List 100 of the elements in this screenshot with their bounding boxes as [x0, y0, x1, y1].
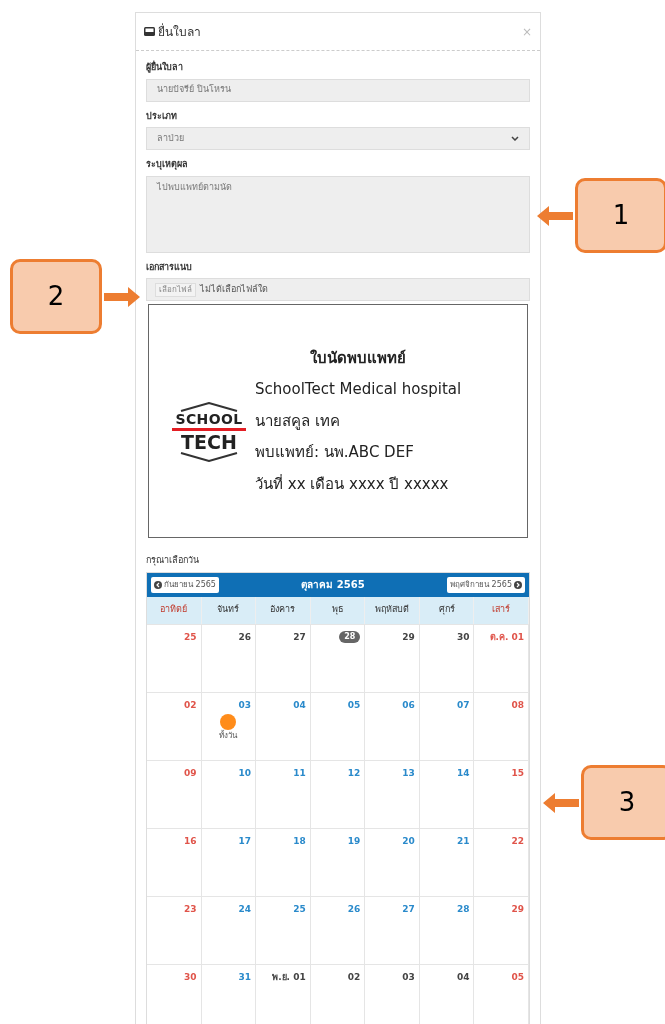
- day-cell[interactable]: 10: [201, 760, 257, 828]
- day-number: 08: [511, 698, 524, 712]
- select-field[interactable]: ลาป่วย: [146, 127, 530, 150]
- arrow-icon: [543, 792, 579, 813]
- day-number: 16: [184, 834, 197, 848]
- day-cell[interactable]: 03: [365, 964, 420, 1024]
- day-cell[interactable]: 21: [419, 828, 475, 896]
- day-cell[interactable]: 26: [310, 896, 366, 964]
- field-label: เอกสารแนบ: [146, 260, 193, 274]
- day-cell[interactable]: 31: [201, 964, 257, 1024]
- day-cell[interactable]: 08: [474, 692, 529, 760]
- day-cell[interactable]: 28: [310, 624, 366, 692]
- day-number: 02: [347, 970, 361, 984]
- day-cell[interactable]: 26: [201, 624, 257, 692]
- event-label: ทั้งวัน: [219, 730, 238, 742]
- day-number: 27: [293, 630, 306, 644]
- day-cell[interactable]: 18: [256, 828, 311, 896]
- day-cell[interactable]: 16: [147, 828, 202, 896]
- day-cell[interactable]: 07: [419, 692, 475, 760]
- choose-file-button[interactable]: เลือกไฟล์: [155, 282, 196, 297]
- day-number: 31: [238, 970, 252, 984]
- day-number: 17: [238, 834, 252, 848]
- day-cell[interactable]: 02: [147, 692, 202, 760]
- day-number: 22: [511, 834, 524, 848]
- day-cell[interactable]: 20: [365, 828, 420, 896]
- callout-box: 2: [10, 259, 102, 334]
- next-month-button[interactable]: พฤศจิกายน 2565: [447, 576, 525, 593]
- weekday-header: ศุกร์: [419, 596, 475, 624]
- day-number: 05: [511, 970, 524, 984]
- day-cell[interactable]: 05: [310, 692, 366, 760]
- field-label: ผู้ยื่นใบลา: [146, 61, 184, 75]
- callout-box: 3: [581, 765, 665, 840]
- weekday-header: พุธ: [310, 596, 366, 624]
- circle-right-icon: [514, 580, 522, 589]
- day-number: 07: [456, 698, 470, 712]
- document-line: SchoolTect Medical hospital: [255, 379, 462, 401]
- day-cell[interactable]: 13: [365, 760, 420, 828]
- day-number: 04: [293, 698, 306, 712]
- day-cell[interactable]: 27: [365, 896, 420, 964]
- weekday-header: จันทร์: [201, 596, 257, 624]
- day-number: 18: [293, 834, 306, 848]
- day-cell[interactable]: 23: [147, 896, 202, 964]
- day-number: 11: [293, 766, 306, 780]
- day-cell[interactable]: 17: [201, 828, 257, 896]
- today-badge: 28: [339, 630, 361, 643]
- day-cell[interactable]: 04: [419, 964, 475, 1024]
- day-number: 30: [456, 630, 470, 644]
- day-number: 02: [184, 698, 197, 712]
- day-number: 26: [238, 630, 252, 644]
- day-cell[interactable]: 27: [256, 624, 311, 692]
- close-button[interactable]: ×: [521, 22, 532, 41]
- day-cell[interactable]: 02: [310, 964, 366, 1024]
- day-cell[interactable]: 29: [365, 624, 420, 692]
- file-field[interactable]: เลือกไฟล์ ไม่ได้เลือกไฟล์ใด: [146, 278, 530, 301]
- day-cell[interactable]: 30: [419, 624, 475, 692]
- day-number: 21: [456, 834, 470, 848]
- day-cell[interactable]: พ.ย. 01: [256, 964, 311, 1024]
- day-cell[interactable]: 14: [419, 760, 475, 828]
- field-label: ประเภท: [146, 109, 178, 123]
- field-label: กรุณาเลือกวัน: [146, 554, 200, 568]
- day-cell[interactable]: 09: [147, 760, 202, 828]
- day-cell[interactable]: ต.ค. 01: [474, 624, 529, 692]
- day-number: 25: [184, 630, 197, 644]
- day-cell[interactable]: 03 ทั้งวัน: [201, 692, 257, 760]
- day-cell[interactable]: 11: [256, 760, 311, 828]
- day-number: 10: [238, 766, 252, 780]
- day-cell[interactable]: 25: [256, 896, 311, 964]
- weekday-header: พฤหัสบดี: [365, 596, 420, 624]
- day-cell[interactable]: 05: [474, 964, 529, 1024]
- day-number: 30: [184, 970, 197, 984]
- day-number: 03: [402, 970, 415, 984]
- previous-month-button[interactable]: กันยายน 2565: [151, 576, 219, 593]
- day-number: 04: [456, 970, 470, 984]
- day-cell[interactable]: 24: [201, 896, 257, 964]
- day-cell[interactable]: 04: [256, 692, 311, 760]
- inbox-icon: [144, 27, 155, 36]
- file-status: ไม่ได้เลือกไฟล์ใด: [200, 282, 268, 296]
- day-number: 15: [511, 766, 524, 780]
- document-line: พบแพทย์: นพ.ABC DEF: [255, 442, 415, 464]
- day-cell[interactable]: 30: [147, 964, 202, 1024]
- day-cell[interactable]: 22: [474, 828, 529, 896]
- day-number: 26: [347, 902, 361, 916]
- day-cell[interactable]: 12: [310, 760, 366, 828]
- day-cell[interactable]: 06: [365, 692, 420, 760]
- chevron-down-icon: [511, 136, 519, 141]
- day-cell[interactable]: 15: [474, 760, 529, 828]
- day-number: 29: [402, 630, 415, 644]
- day-number: พ.ย. 01: [272, 970, 306, 984]
- logo-drawing: SCHOOL TECH: [171, 402, 247, 462]
- calendar-title: ตุลาคม 2565: [301, 578, 365, 592]
- day-cell[interactable]: 28: [419, 896, 475, 964]
- day-number: 28: [456, 902, 470, 916]
- input-field[interactable]: นายปัจรีย์ ปินโหรน: [146, 78, 530, 102]
- field-label: ระบุเหตุผล: [146, 158, 189, 172]
- document-line: วันที่ xx เดือน xxxx ปี xxxxx: [255, 473, 450, 495]
- day-number: 13: [402, 766, 415, 780]
- textarea-field[interactable]: ไปพบแพทย์ตามนัด: [146, 175, 530, 253]
- day-cell[interactable]: 29: [474, 896, 529, 964]
- day-cell[interactable]: 19: [310, 828, 366, 896]
- day-cell[interactable]: 25: [147, 624, 202, 692]
